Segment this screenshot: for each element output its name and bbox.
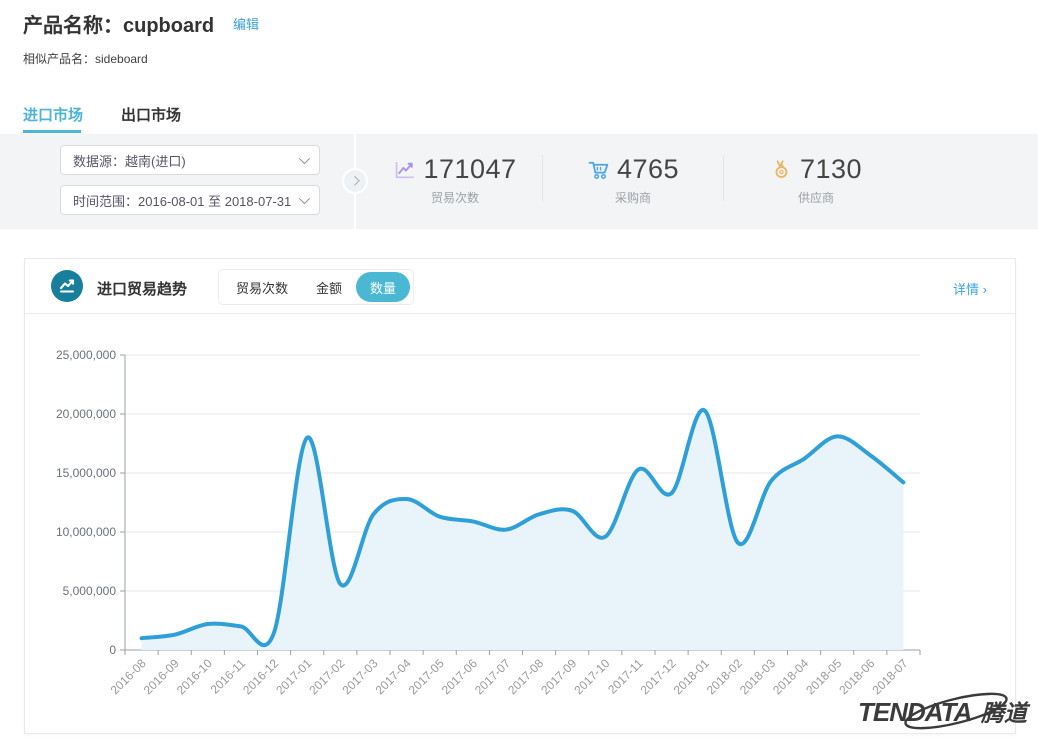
trend-chart: 0 5,000,000 10,000,000 15,000,000 20,000,000… — [25, 314, 1015, 733]
svg-text:2017-05: 2017-05 — [406, 656, 447, 697]
edit-link[interactable]: 编辑 — [233, 14, 259, 33]
toggle-amount[interactable]: 金额 — [302, 272, 356, 302]
date-range-select[interactable]: 时间范围：2016-08-01 至 2018-07-31 — [60, 185, 320, 215]
svg-text:20,000,000: 20,000,000 — [56, 407, 116, 421]
svg-text:2017-09: 2017-09 — [538, 656, 579, 697]
svg-text:2017-02: 2017-02 — [306, 656, 347, 697]
suppliers-label: 供应商 — [798, 189, 834, 206]
svg-text:10,000,000: 10,000,000 — [56, 525, 116, 539]
svg-text:2016-08: 2016-08 — [108, 656, 149, 697]
filter-bar: 数据源：越南(进口) 时间范围：2016-08-01 至 2018-07-31 … — [0, 134, 1038, 229]
trend-chart-icon — [51, 270, 83, 302]
medal-icon — [770, 158, 793, 181]
svg-text:2016-12: 2016-12 — [240, 656, 281, 697]
stat-suppliers: 7130 供应商 — [770, 154, 862, 206]
logo-text-cjk: 腾道 — [980, 700, 1031, 726]
trend-card-title: 进口贸易趋势 — [97, 278, 187, 299]
svg-text:2017-12: 2017-12 — [638, 656, 679, 697]
svg-text:2016-10: 2016-10 — [174, 656, 215, 697]
divider — [723, 155, 724, 201]
chevron-right-icon — [349, 175, 359, 185]
trade-count-label: 贸易次数 — [431, 189, 479, 206]
svg-text:2017-06: 2017-06 — [439, 656, 480, 697]
buyers-value: 4765 — [617, 154, 679, 185]
svg-text:2017-03: 2017-03 — [340, 656, 381, 697]
svg-text:2017-04: 2017-04 — [373, 656, 414, 697]
detail-link[interactable]: 详情 › — [953, 279, 987, 298]
toggle-quantity[interactable]: 数量 — [356, 272, 410, 302]
tab-export-market[interactable]: 出口市场 — [121, 104, 181, 125]
data-source-select[interactable]: 数据源：越南(进口) — [60, 145, 320, 175]
svg-text:2018-03: 2018-03 — [737, 656, 778, 697]
svg-text:0: 0 — [109, 643, 116, 657]
import-trend-card: 进口贸易趋势 贸易次数 金额 数量 详情 › 0 5,000,000 10,000,… — [24, 258, 1016, 734]
svg-text:2016-09: 2016-09 — [141, 656, 182, 697]
svg-text:2017-08: 2017-08 — [505, 656, 546, 697]
line-chart-icon — [393, 158, 416, 181]
svg-text:2017-01: 2017-01 — [273, 656, 314, 697]
tendata-logo: TENDATA 腾道 — [856, 686, 1038, 742]
suppliers-value: 7130 — [800, 154, 862, 185]
date-range-value: 时间范围：2016-08-01 至 2018-07-31 — [73, 191, 291, 210]
stat-buyers: 4765 采购商 — [587, 154, 679, 206]
tab-import-market[interactable]: 进口市场 — [23, 104, 83, 125]
data-source-value: 数据源：越南(进口) — [73, 151, 186, 170]
cart-icon — [587, 158, 610, 181]
trend-chart-area: 0 5,000,000 10,000,000 15,000,000 20,000,000… — [25, 314, 1015, 733]
similar-product-label: 相似产品名：sideboard — [23, 50, 148, 67]
svg-text:2017-10: 2017-10 — [571, 656, 612, 697]
market-tabs: 进口市场 出口市场 — [23, 104, 181, 125]
chevron-down-icon — [299, 153, 310, 164]
toggle-trade-count[interactable]: 贸易次数 — [222, 272, 302, 302]
svg-text:2017-07: 2017-07 — [472, 656, 513, 697]
expand-next-button[interactable] — [342, 168, 368, 194]
svg-text:5,000,000: 5,000,000 — [63, 584, 117, 598]
active-tab-underline — [23, 130, 81, 133]
metric-toggle-group: 贸易次数 金额 数量 — [218, 269, 414, 305]
svg-text:25,000,000: 25,000,000 — [56, 348, 116, 362]
chevron-down-icon — [299, 193, 310, 204]
divider — [542, 155, 543, 201]
svg-text:15,000,000: 15,000,000 — [56, 466, 116, 480]
trend-card-header: 进口贸易趋势 贸易次数 金额 数量 详情 › — [25, 259, 1015, 314]
stat-trade-count: 171047 贸易次数 — [393, 154, 516, 206]
svg-text:2018-01: 2018-01 — [671, 656, 712, 697]
svg-text:2018-05: 2018-05 — [803, 656, 844, 697]
svg-text:2018-04: 2018-04 — [770, 656, 811, 697]
buyers-label: 采购商 — [615, 189, 651, 206]
svg-text:2018-02: 2018-02 — [704, 656, 745, 697]
logo-text: TENDATA — [858, 697, 971, 727]
page-title: 产品名称：cupboard — [23, 9, 214, 38]
trade-count-value: 171047 — [423, 154, 516, 185]
